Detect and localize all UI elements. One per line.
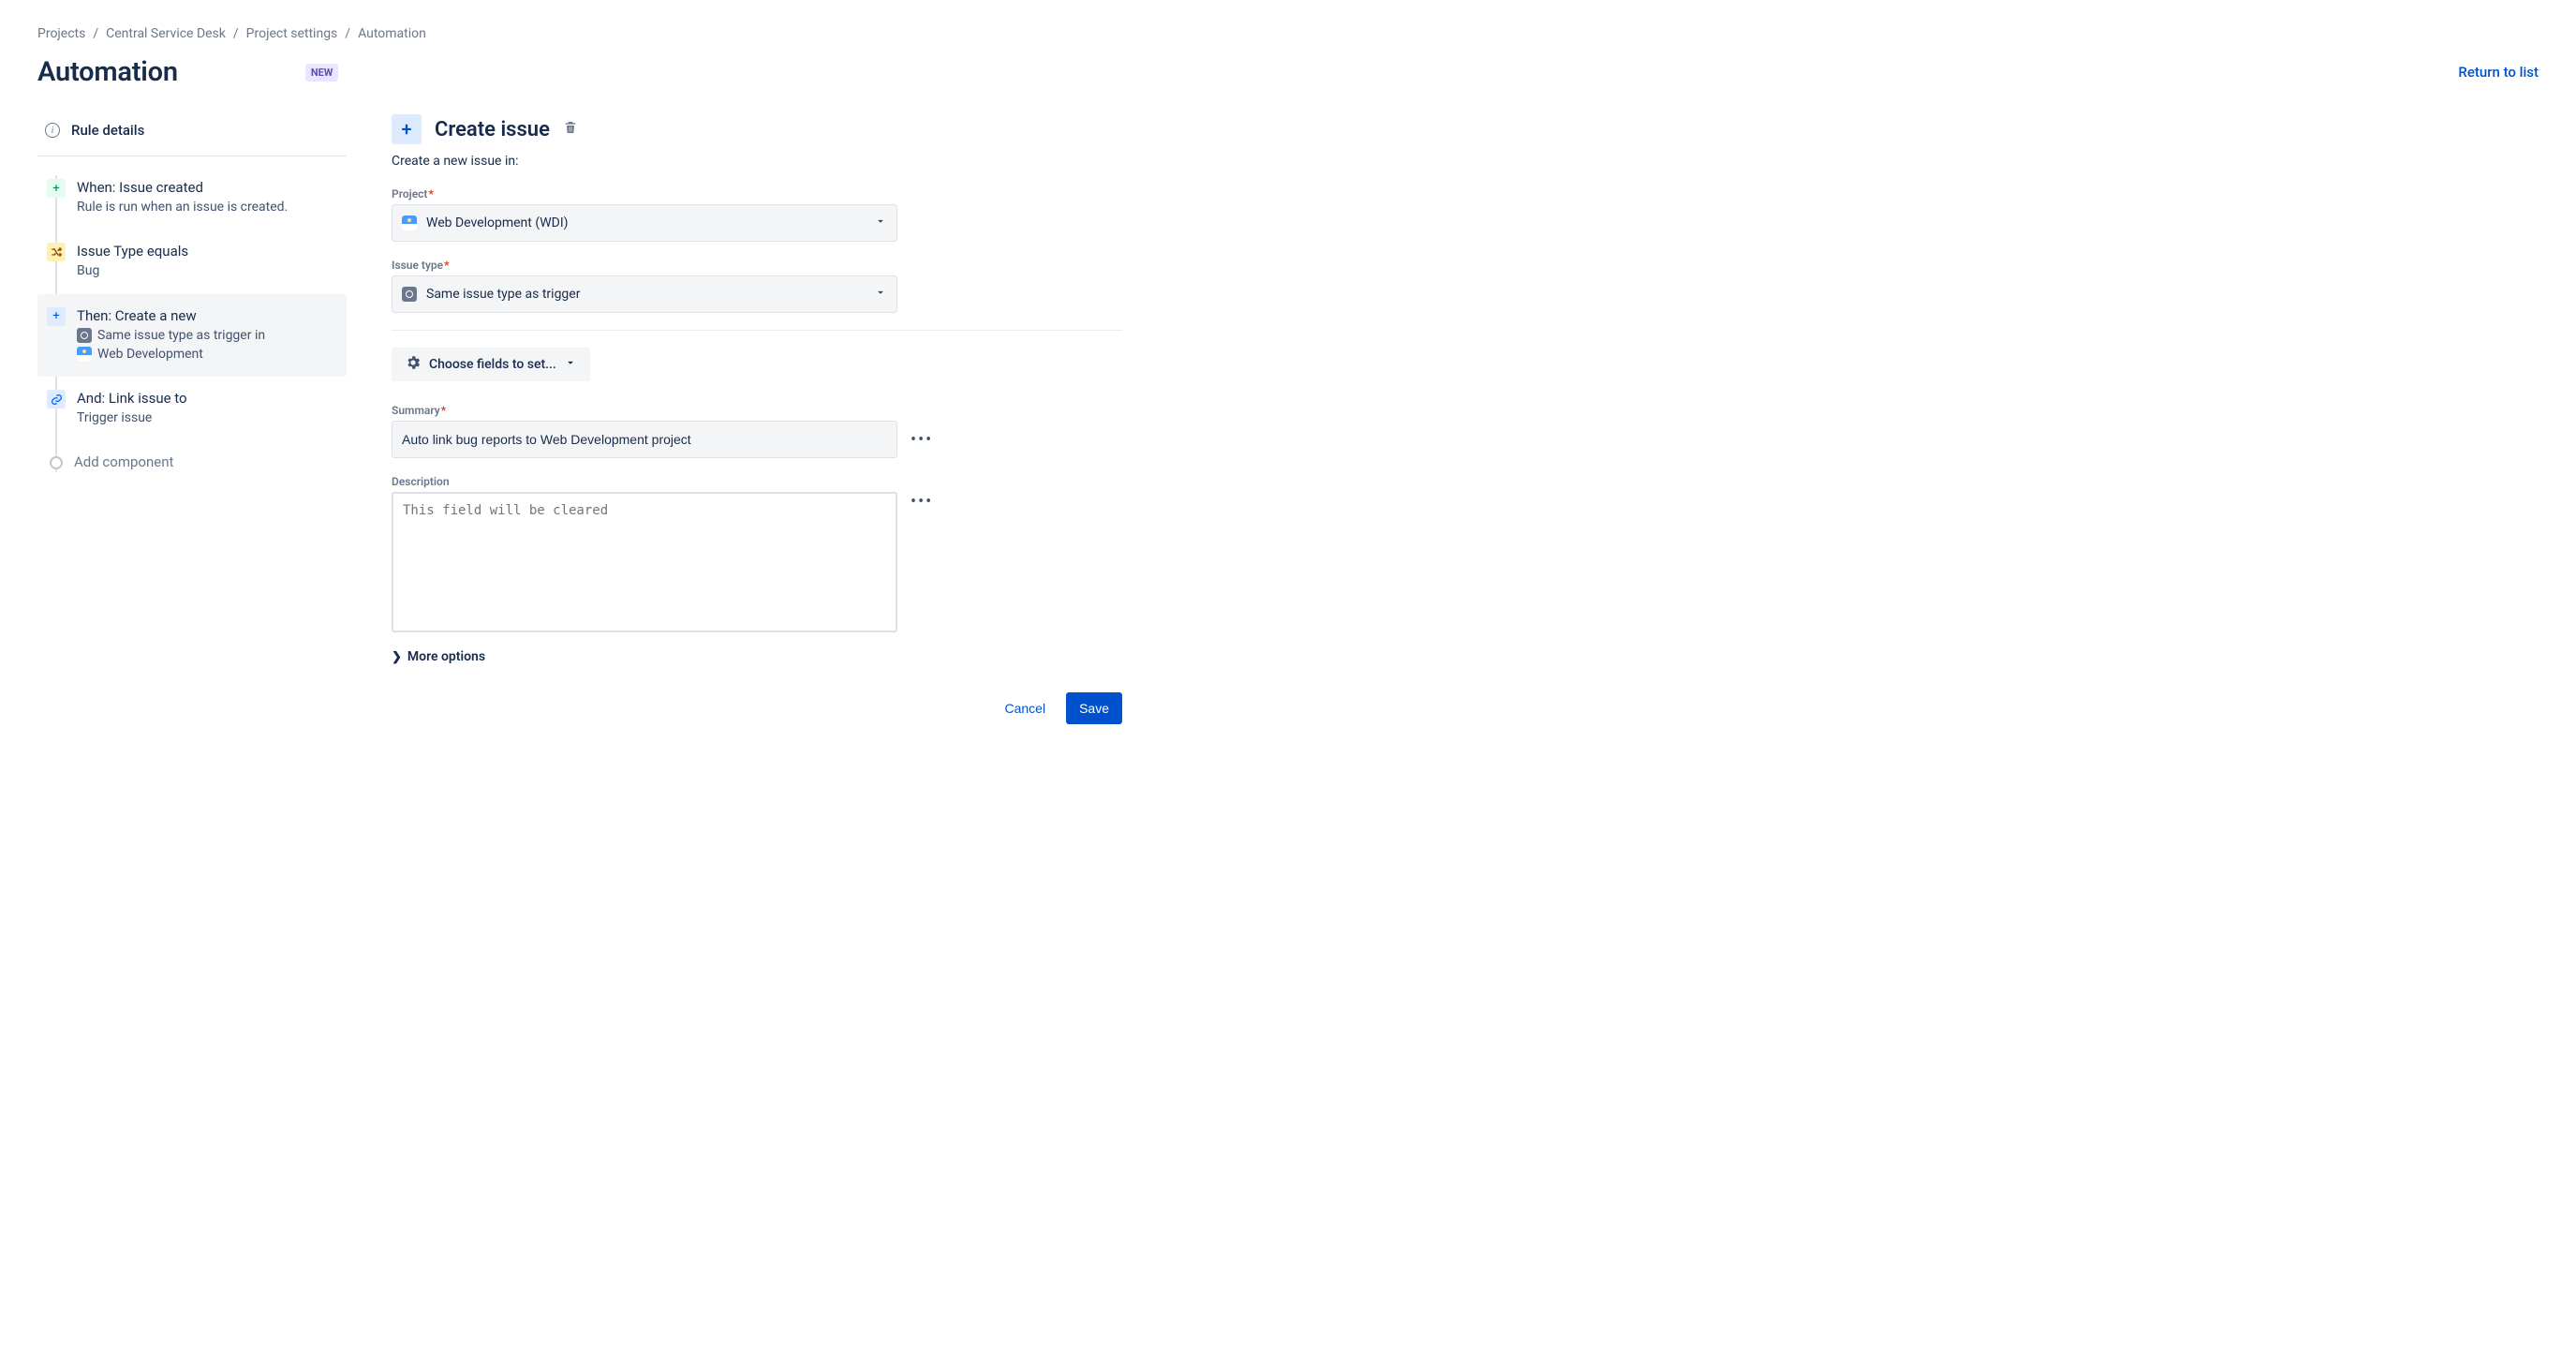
- step-title: When: Issue created: [77, 179, 337, 196]
- breadcrumb-sep: /: [345, 26, 350, 41]
- page-header: Automation NEW Return to list: [37, 56, 2539, 88]
- step-sub-pre: Same issue type as trigger in: [97, 326, 265, 345]
- description-more-menu[interactable]: •••: [910, 492, 933, 512]
- step-title: And: Link issue to: [77, 390, 337, 407]
- summary-label: Summary*: [392, 404, 1122, 417]
- chevron-down-icon: [564, 356, 577, 373]
- required-asterisk: *: [444, 259, 449, 272]
- step-and-link-issue[interactable]: And: Link issue to Trigger issue: [37, 377, 347, 440]
- breadcrumb: Projects / Central Service Desk / Projec…: [37, 26, 2539, 41]
- project-select-value: Web Development (WDI): [426, 215, 569, 230]
- link-icon: [47, 390, 66, 408]
- shuffle-icon: [47, 243, 66, 261]
- step-when-issue-created[interactable]: + When: Issue created Rule is run when a…: [37, 166, 347, 230]
- step-subtitle-project: Web Development: [77, 345, 337, 364]
- summary-input[interactable]: [392, 421, 897, 458]
- project-select[interactable]: Web Development (WDI): [392, 204, 897, 242]
- more-options-label: More options: [407, 649, 485, 664]
- crumb-automation[interactable]: Automation: [358, 26, 426, 41]
- step-title: Issue Type equals: [77, 243, 337, 260]
- action-config-panel: + Create issue Create a new issue in: Pr…: [392, 114, 1122, 724]
- crumb-service-desk[interactable]: Central Service Desk: [106, 26, 226, 41]
- rule-sidebar: i Rule details + When: Issue created Rul…: [37, 114, 347, 724]
- new-badge: NEW: [305, 64, 339, 82]
- step-then-create-new[interactable]: + Then: Create a new Same issue type as …: [37, 294, 347, 378]
- page-title: Automation: [37, 56, 178, 88]
- page-header-left: Automation NEW: [37, 56, 338, 88]
- panel-subtitle: Create a new issue in:: [392, 154, 1122, 169]
- rule-details-row[interactable]: i Rule details: [37, 114, 347, 156]
- rule-details-label: Rule details: [71, 122, 144, 139]
- required-asterisk: *: [428, 187, 433, 200]
- crumb-project-settings[interactable]: Project settings: [246, 26, 338, 41]
- plus-icon: +: [392, 114, 422, 144]
- panel-header: + Create issue: [392, 114, 1122, 144]
- required-asterisk: *: [441, 404, 446, 417]
- choose-fields-button[interactable]: Choose fields to set...: [392, 348, 590, 381]
- panel-title: Create issue: [435, 118, 550, 141]
- delete-action-button[interactable]: [563, 120, 578, 139]
- chevron-down-icon: [874, 215, 887, 231]
- panel-footer: Cancel Save: [392, 692, 1122, 724]
- rule-steps: + When: Issue created Rule is run when a…: [37, 156, 347, 483]
- issue-type-select-value: Same issue type as trigger: [426, 287, 580, 302]
- step-issue-type-equals[interactable]: Issue Type equals Bug: [37, 230, 347, 293]
- chevron-right-icon: ❯: [392, 650, 402, 664]
- project-avatar-icon: [77, 347, 92, 362]
- save-button[interactable]: Save: [1066, 692, 1122, 724]
- step-title: Then: Create a new: [77, 307, 337, 324]
- issue-type-icon: [77, 328, 92, 343]
- step-subtitle: Trigger issue: [77, 408, 337, 427]
- step-subtitle: Rule is run when an issue is created.: [77, 198, 337, 216]
- step-subtitle: Same issue type as trigger in: [77, 326, 337, 345]
- project-avatar-icon: [402, 215, 417, 230]
- plus-icon: +: [47, 179, 66, 198]
- issue-type-select[interactable]: Same issue type as trigger: [392, 275, 897, 313]
- info-icon: i: [45, 123, 60, 138]
- description-textarea[interactable]: [392, 492, 897, 632]
- gear-icon: [405, 354, 422, 375]
- add-component-button[interactable]: Add component: [37, 440, 347, 483]
- breadcrumb-sep: /: [233, 26, 239, 41]
- description-label: Description: [392, 475, 1122, 488]
- issue-type-icon: [402, 287, 417, 302]
- project-label: Project*: [392, 187, 1122, 200]
- step-subtitle: Bug: [77, 261, 337, 280]
- choose-fields-label: Choose fields to set...: [429, 357, 556, 372]
- summary-more-menu[interactable]: •••: [910, 430, 933, 450]
- more-options-toggle[interactable]: ❯ More options: [392, 649, 1122, 664]
- step-sub-post: Web Development: [97, 345, 203, 364]
- crumb-projects[interactable]: Projects: [37, 26, 85, 41]
- plus-icon: +: [47, 307, 66, 326]
- issue-type-label: Issue type*: [392, 259, 1122, 272]
- return-to-list-link[interactable]: Return to list: [2458, 64, 2539, 81]
- cancel-button[interactable]: Cancel: [991, 692, 1059, 724]
- add-component-label: Add component: [74, 453, 337, 470]
- divider: [392, 330, 1122, 331]
- chevron-down-icon: [874, 286, 887, 303]
- breadcrumb-sep: /: [93, 26, 98, 41]
- empty-circle-icon: [50, 456, 63, 469]
